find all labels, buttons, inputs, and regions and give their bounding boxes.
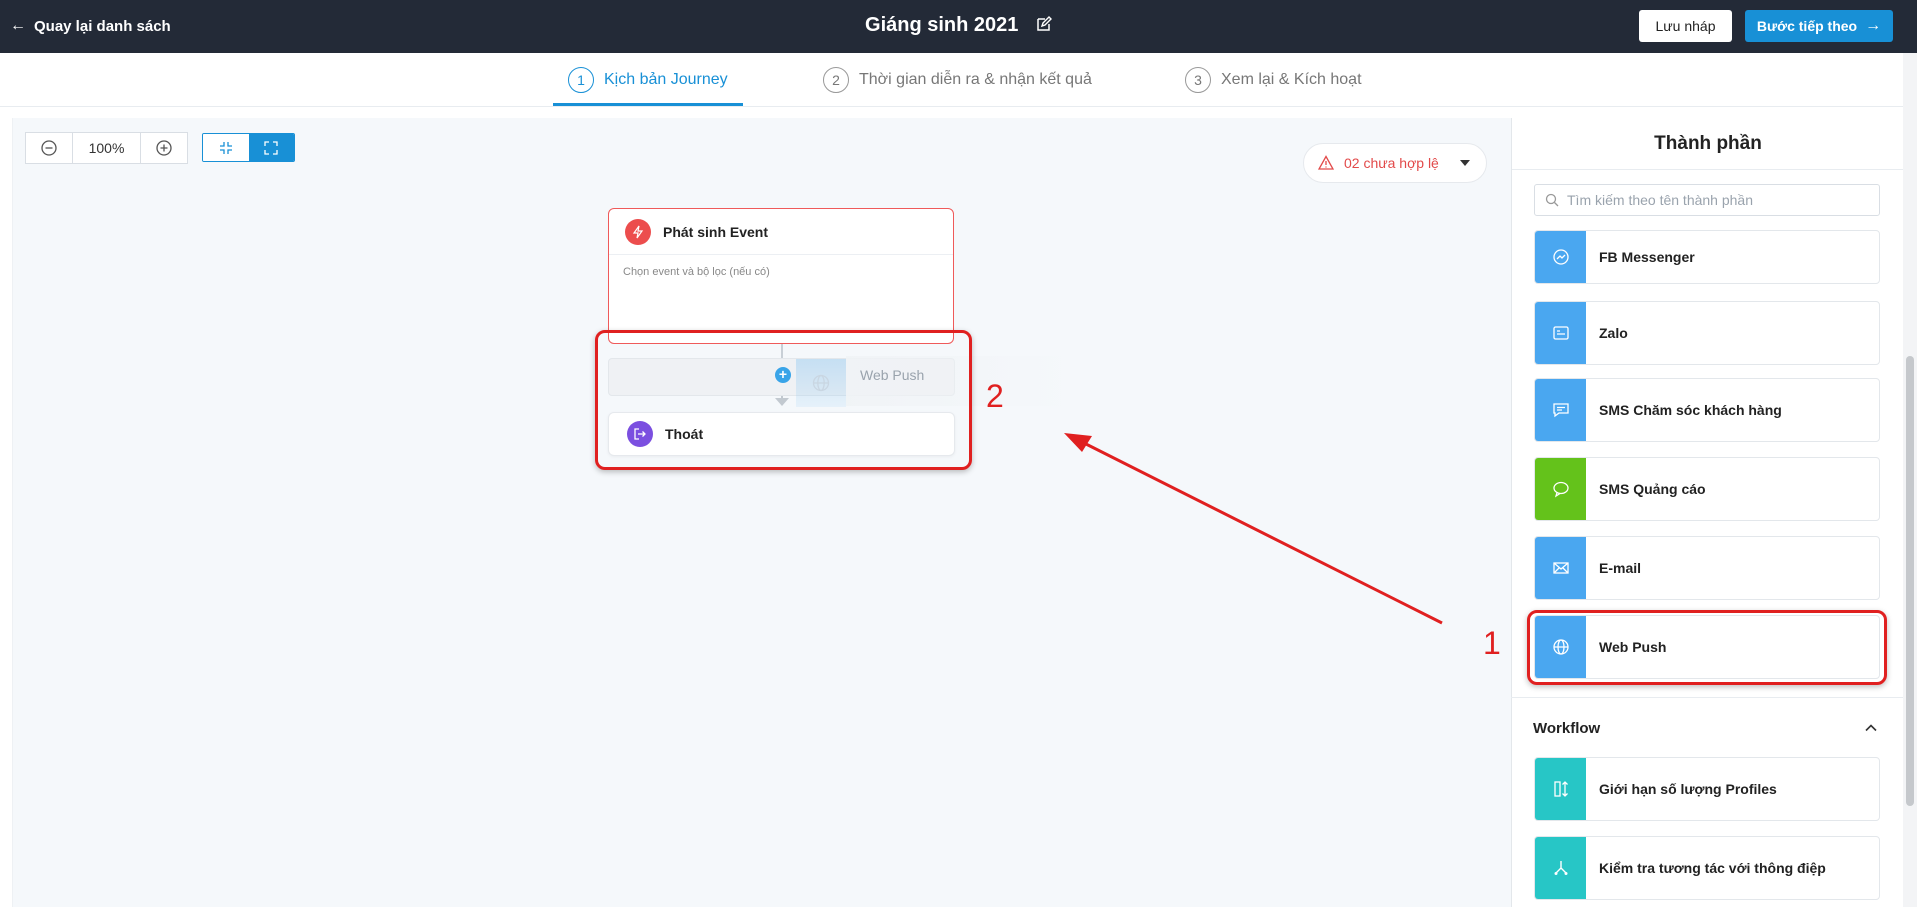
panel-title: Thành phần — [1512, 118, 1904, 170]
search-input[interactable] — [1567, 192, 1867, 208]
minus-circle-icon — [41, 140, 57, 156]
event-node-description: Chọn event và bộ lọc (nếu có) — [623, 266, 770, 278]
step-3-tab[interactable]: 3 Xem lại & Kích hoạt — [1185, 67, 1362, 93]
step-label: Kịch bản Journey — [604, 71, 728, 88]
event-trigger-node[interactable]: Phát sinh Event Chọn event và bộ lọc (nế… — [608, 208, 954, 344]
workflow-section-header[interactable]: Workflow — [1533, 710, 1879, 746]
mail-icon — [1535, 537, 1586, 599]
workflow-check-interaction[interactable]: Kiểm tra tương tác với thông điệp — [1534, 836, 1880, 900]
zoom-level: 100% — [72, 133, 141, 163]
components-panel: Thành phần FB Messenger Zalo SMS Chăm só… — [1511, 118, 1904, 907]
search-icon — [1545, 193, 1559, 207]
back-label: Quay lại danh sách — [34, 17, 171, 35]
back-to-list-link[interactable]: ← Quay lại danh sách — [10, 16, 171, 36]
workflow-limit-profiles[interactable]: Giới hạn số lượng Profiles — [1534, 757, 1880, 821]
step-number: 1 — [568, 67, 594, 93]
annotation-box-1 — [1527, 610, 1887, 685]
topbar-scroll-area — [1903, 0, 1917, 53]
page-scrollbar[interactable] — [1903, 53, 1917, 907]
event-node-title: Phát sinh Event — [663, 223, 769, 240]
sms-icon — [1535, 379, 1586, 441]
edit-icon[interactable] — [1036, 16, 1052, 32]
scrollbar-thumb[interactable] — [1906, 356, 1914, 806]
messenger-icon — [1535, 231, 1586, 283]
plus-circle-icon — [156, 140, 172, 156]
next-step-label: Bước tiếp theo — [1756, 18, 1858, 34]
component-zalo[interactable]: Zalo — [1534, 301, 1880, 365]
steps-bar: 1 Kịch bản Journey 2 Thời gian diễn ra &… — [0, 53, 1917, 107]
step-number: 2 — [823, 67, 849, 93]
component-label: Giới hạn số lượng Profiles — [1599, 781, 1777, 797]
step-label: Thời gian diễn ra & nhận kết quả — [859, 71, 1092, 88]
step-1-tab[interactable]: 1 Kịch bản Journey — [568, 67, 728, 93]
step-label: Xem lại & Kích hoạt — [1221, 71, 1362, 88]
component-email[interactable]: E-mail — [1534, 536, 1880, 600]
warning-icon — [1318, 155, 1334, 170]
top-bar: ← Quay lại danh sách Giáng sinh 2021 Lưu… — [0, 0, 1917, 53]
zoom-in-button[interactable] — [141, 133, 187, 163]
invalid-count-dropdown[interactable]: 02 chưa hợp lệ — [1303, 143, 1487, 183]
page-title: Giáng sinh 2021 — [865, 14, 1019, 36]
event-node-header: Phát sinh Event — [609, 209, 953, 255]
component-search — [1534, 184, 1880, 216]
chat-bubble-icon — [1535, 458, 1586, 520]
next-step-button[interactable]: Bước tiếp theo → — [1745, 10, 1893, 42]
component-label: SMS Chăm sóc khách hàng — [1599, 402, 1782, 418]
arrow-right-icon: → — [1865, 17, 1882, 34]
collapse-icon — [219, 141, 232, 154]
page-title-wrap: Giáng sinh 2021 — [0, 14, 1917, 37]
zalo-icon — [1535, 302, 1586, 364]
expand-icon — [264, 140, 278, 155]
annotation-number-1: 1 — [1483, 625, 1501, 661]
invalid-count-label: 02 chưa hợp lệ — [1344, 155, 1439, 171]
annotation-box-2 — [595, 330, 972, 470]
section-divider — [1511, 697, 1903, 698]
component-label: SMS Quảng cáo — [1599, 481, 1706, 497]
component-label: Zalo — [1599, 325, 1628, 341]
zoom-out-button[interactable] — [26, 133, 72, 163]
limit-icon — [1535, 758, 1586, 820]
component-sms-care[interactable]: SMS Chăm sóc khách hàng — [1534, 378, 1880, 442]
caret-down-icon — [1460, 160, 1470, 166]
chevron-up-icon — [1865, 724, 1877, 732]
step-2-tab[interactable]: 2 Thời gian diễn ra & nhận kết quả — [823, 67, 1092, 93]
expand-view-button[interactable] — [248, 134, 294, 161]
workflow-title: Workflow — [1533, 719, 1601, 737]
view-mode-toggle — [202, 133, 295, 162]
save-draft-button[interactable]: Lưu nháp — [1639, 10, 1732, 42]
component-label: FB Messenger — [1599, 249, 1695, 265]
step-number: 3 — [1185, 67, 1211, 93]
branch-icon — [1535, 837, 1586, 899]
component-sms-ads[interactable]: SMS Quảng cáo — [1534, 457, 1880, 521]
component-label: Kiểm tra tương tác với thông điệp — [1599, 860, 1826, 876]
component-label: E-mail — [1599, 560, 1642, 576]
lightning-icon — [625, 218, 651, 245]
annotation-number-2: 2 — [986, 378, 1004, 414]
collapse-view-button[interactable] — [203, 134, 249, 161]
active-step-indicator — [553, 103, 743, 106]
component-fb-messenger[interactable]: FB Messenger — [1534, 230, 1880, 284]
zoom-control: 100% — [25, 132, 188, 164]
arrow-left-icon: ← — [10, 17, 26, 34]
